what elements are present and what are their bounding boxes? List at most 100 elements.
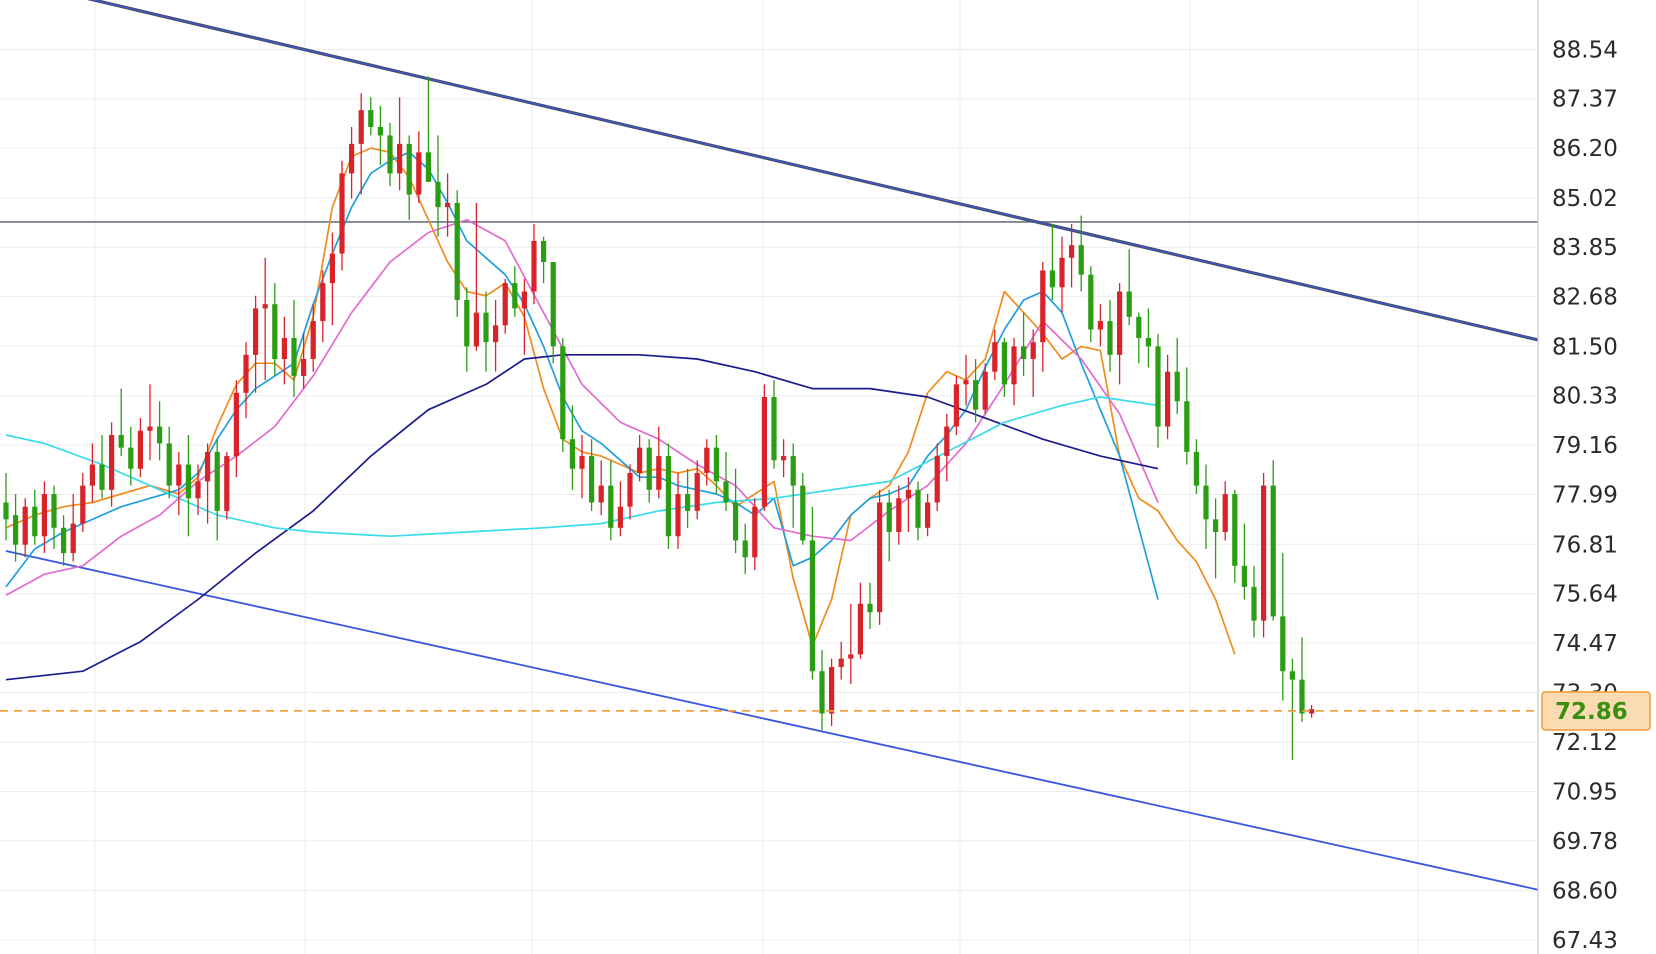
candle: [1165, 354, 1171, 440]
candle-body: [1155, 346, 1161, 427]
candle: [99, 434, 105, 499]
candle: [377, 105, 383, 165]
candle: [1021, 312, 1027, 376]
candle-body: [521, 291, 527, 309]
candle-body: [877, 502, 883, 613]
candle-body: [1107, 321, 1113, 355]
candle-body: [742, 540, 748, 558]
candles-layer: [3, 76, 1315, 760]
candle-body: [1136, 316, 1142, 338]
price-tick-label: 76.81: [1552, 532, 1618, 558]
candle: [733, 468, 739, 554]
price-tick-label: 80.33: [1552, 384, 1618, 410]
candle-body: [569, 439, 575, 469]
candle-body: [963, 380, 969, 385]
candle-body: [205, 451, 211, 482]
price-tick-label: 74.47: [1552, 631, 1618, 657]
candle-body: [272, 304, 278, 360]
candle-body: [627, 472, 633, 507]
candle: [1193, 439, 1199, 495]
candle-body: [1117, 291, 1123, 355]
candle-body: [1030, 342, 1036, 360]
candle: [1097, 304, 1103, 347]
candle-body: [694, 472, 700, 511]
candle: [358, 93, 364, 195]
candle-body: [1280, 616, 1286, 672]
candle-body: [483, 312, 489, 343]
candle-body: [1145, 337, 1151, 347]
trendline-lower: [5, 550, 1571, 898]
candle-body: [89, 464, 95, 486]
candle: [493, 299, 499, 372]
candle-body: [80, 485, 86, 524]
candle: [329, 232, 335, 326]
candle-body: [857, 603, 863, 655]
candle-body: [243, 354, 249, 393]
candle: [1174, 337, 1180, 414]
price-tick-label: 83.85: [1552, 235, 1618, 261]
candle: [829, 658, 835, 727]
price-tick-label: 85.02: [1552, 186, 1618, 212]
candle-body: [387, 135, 393, 174]
price-tick-label: 87.37: [1552, 87, 1618, 113]
candle: [1117, 283, 1123, 385]
candle-body: [953, 384, 959, 427]
candlestick-chart: 88.54 87.37 86.20 85.02 83.85 82.68 81.50 80.33…: [0, 0, 1656, 954]
trendline-layer: [5, 0, 1572, 898]
candle-body: [1232, 494, 1238, 566]
candle: [483, 291, 489, 372]
candle-body: [819, 671, 825, 714]
candle: [137, 418, 143, 478]
candle-body: [128, 447, 134, 469]
candle: [253, 295, 259, 393]
candle: [877, 489, 883, 625]
candle: [541, 236, 547, 284]
candle-body: [291, 337, 297, 376]
candle-body: [224, 456, 230, 511]
candle-body: [1001, 342, 1007, 385]
candle-body: [589, 456, 595, 503]
price-tick-label: 67.43: [1552, 928, 1618, 954]
candle: [176, 451, 182, 516]
candle-body: [99, 464, 105, 490]
candle-body: [905, 489, 911, 499]
candle-body: [925, 502, 931, 528]
candle-body: [579, 456, 585, 469]
candle-body: [512, 283, 518, 309]
candle-body: [147, 426, 153, 431]
price-tick-label: 81.50: [1552, 334, 1618, 360]
candle-body: [1097, 321, 1103, 330]
candle: [1155, 333, 1161, 448]
price-tick-label: 72.12: [1552, 730, 1618, 756]
candle-body: [646, 447, 652, 490]
candle-body: [637, 447, 643, 473]
candle-body: [464, 299, 470, 347]
candle-body: [435, 181, 441, 208]
candle-body: [118, 434, 124, 448]
candle-body: [1021, 346, 1027, 360]
candle: [1040, 262, 1046, 372]
candle-body: [493, 325, 499, 343]
candle: [963, 354, 969, 406]
candle-body: [1270, 485, 1276, 617]
candle-body: [1213, 519, 1219, 533]
candle: [800, 472, 806, 545]
price-axis[interactable]: 88.54 87.37 86.20 85.02 83.85 82.68 81.50 80.33…: [1537, 0, 1656, 954]
candle: [627, 464, 633, 520]
candle: [233, 380, 239, 478]
candle-body: [531, 240, 537, 292]
candle-body: [944, 426, 950, 457]
chart-container: 88.54 87.37 86.20 85.02 83.85 82.68 81.50 80.33…: [0, 0, 1656, 954]
candle: [992, 329, 998, 381]
candle-body: [752, 506, 758, 558]
candle: [1261, 472, 1267, 638]
candle: [349, 126, 355, 199]
candle: [1222, 481, 1228, 541]
candle-body: [51, 494, 57, 528]
candle: [848, 603, 854, 684]
candle-body: [349, 143, 355, 174]
candle: [1078, 215, 1084, 292]
candle-body: [617, 506, 623, 528]
candle: [560, 337, 566, 452]
candle: [185, 434, 191, 537]
